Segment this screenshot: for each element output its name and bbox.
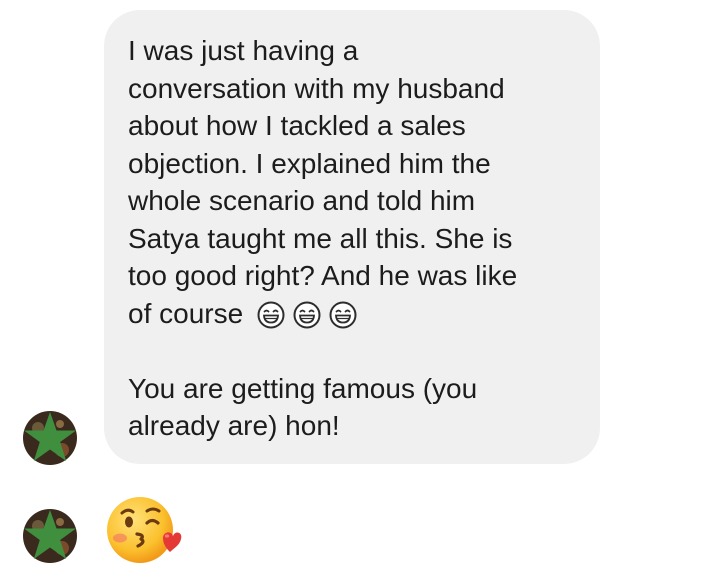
message-text-line: already are) hon! (128, 410, 340, 441)
message-text-line: Satya taught me all this. She is (128, 222, 513, 254)
grinning-squint-icon (257, 301, 285, 329)
kissing-face-blowing-heart-icon[interactable] (104, 494, 182, 566)
message-text-fragment: of course (128, 297, 244, 329)
message-bubble[interactable]: I was just having a conversation with my… (104, 10, 600, 464)
grinning-squint-icon (329, 301, 357, 329)
avatar[interactable] (22, 508, 78, 564)
message-text-line: whole scenario and told him (128, 185, 476, 216)
message-text-line: You are getting famous (you (128, 372, 478, 404)
emoji-group (257, 301, 365, 329)
message-text-line: objection. I explained him the (128, 147, 491, 179)
message-text-line-with-emojis: of course (128, 295, 576, 333)
message-text-line: too good right? And he was like (128, 260, 518, 291)
avatar[interactable] (22, 410, 78, 466)
message-text-line: about how I tackled a sales (128, 110, 466, 141)
paragraph-break (128, 332, 576, 370)
message-text-line: conversation with my husband (128, 72, 505, 104)
message-text-line: I was just having a (128, 35, 359, 66)
grinning-squint-icon (293, 301, 321, 329)
